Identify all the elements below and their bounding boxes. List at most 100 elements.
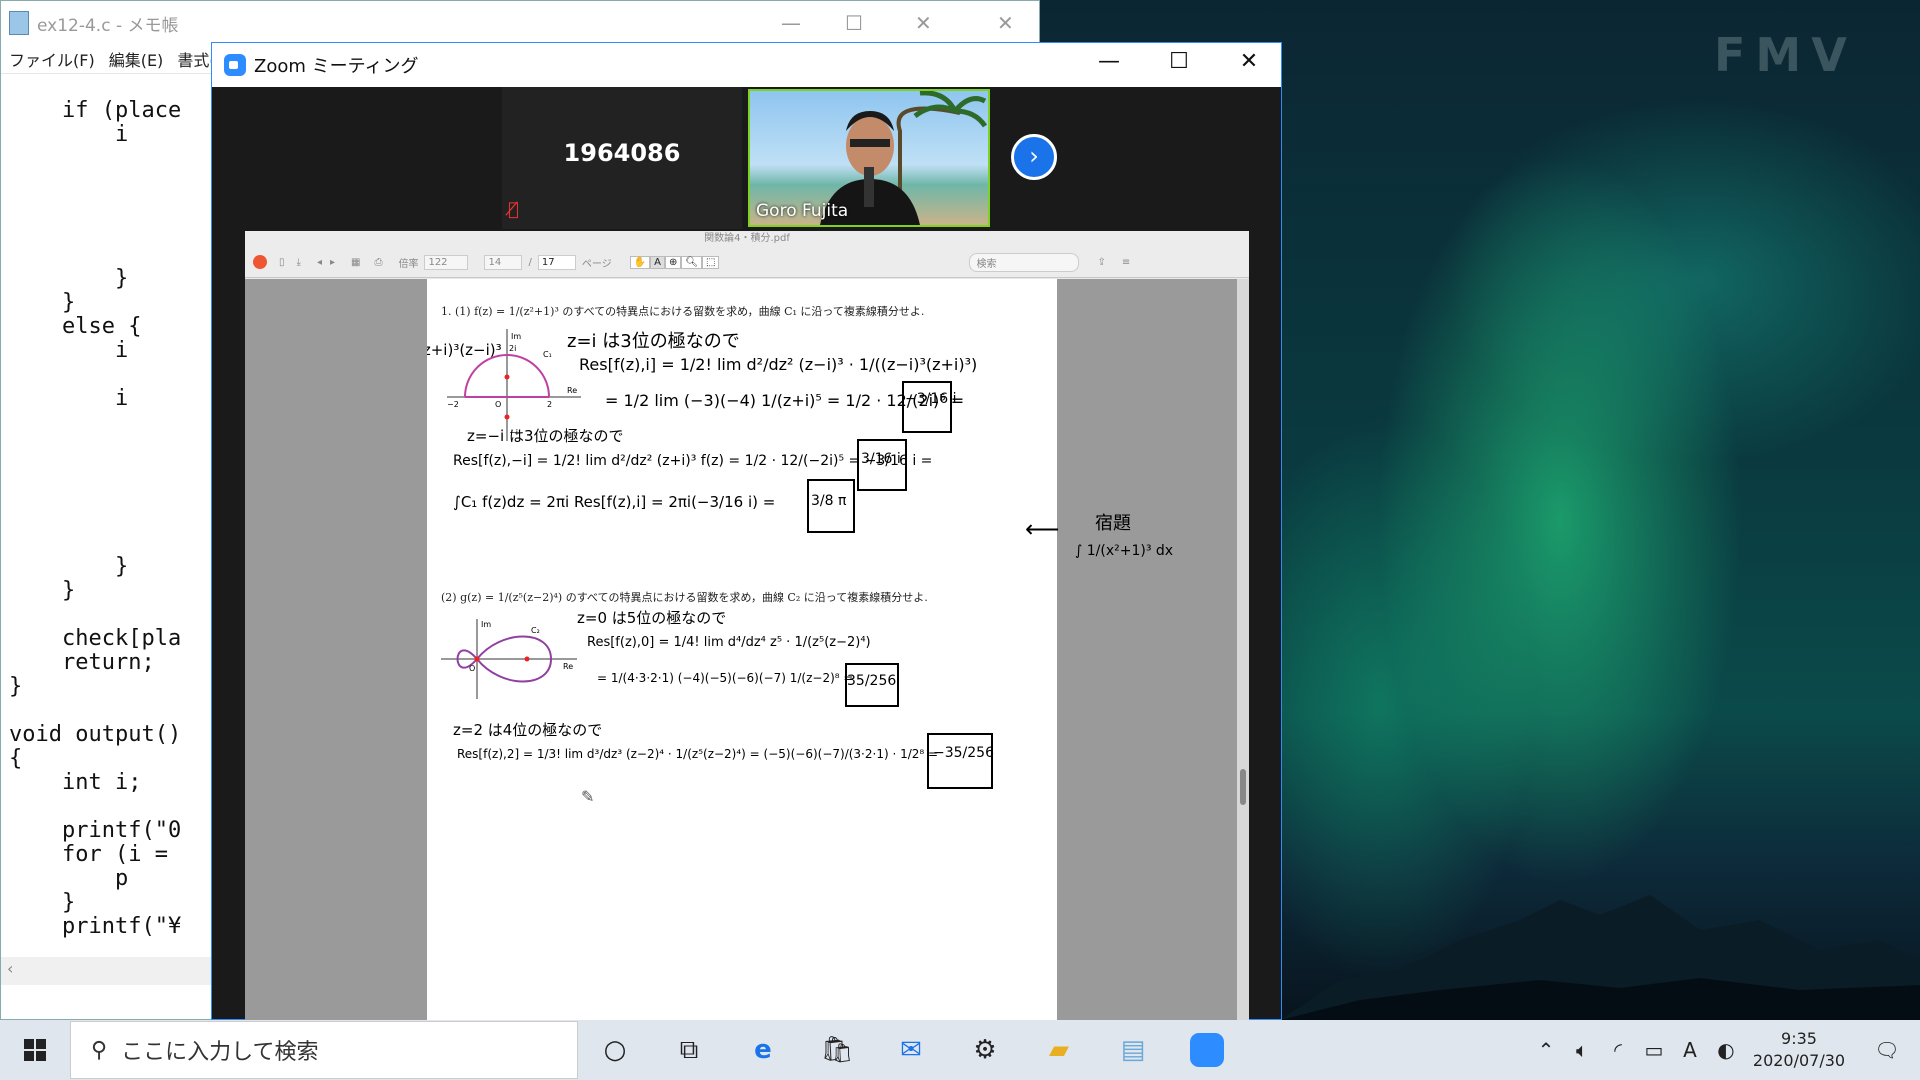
- participant-strip: [212, 87, 1281, 227]
- pdf-viewer[interactable]: 1. (1) f(z) = 1/(z²+1)³ のすべての特異点における留数を求…: [245, 279, 1249, 1021]
- notepad-close-button[interactable]: ✕: [915, 11, 932, 35]
- code-line: if (place: [9, 98, 182, 123]
- next-page-icon[interactable]: ▸: [330, 257, 335, 268]
- notepad-text-area[interactable]: if (place i } } else { i i } } check[pla…: [1, 75, 211, 965]
- notepad-doc-icon: [9, 11, 29, 35]
- notepad-titlebar[interactable]: ex12-4.c - メモ帳: [1, 1, 1039, 45]
- volume-icon[interactable]: 🔈︎: [1564, 1038, 1600, 1062]
- hw1-line-5: ∫C₁ f(z)dz = 2πi Res[f(z),i] = 2πi(−3/16…: [453, 493, 776, 511]
- code-line: i: [9, 338, 129, 363]
- prev-page-icon[interactable]: ◂: [317, 257, 322, 268]
- pdf-search-input[interactable]: 検索: [969, 252, 1080, 272]
- scroll-left-icon[interactable]: ‹: [7, 959, 13, 978]
- zoom-window[interactable]: Zoom ミーティング — ☐ ✕ 1964086 🎙̸ Goro Fujita…: [211, 42, 1282, 1021]
- system-tray: ⌃ 🔈︎ ◜ ▭ A ◐ 9:35 2020/07/30 🗨︎: [1528, 1020, 1920, 1080]
- edge-icon[interactable]: e: [726, 1020, 800, 1080]
- pdf-close-dot-icon[interactable]: [253, 255, 267, 269]
- svg-text:2: 2: [547, 400, 552, 409]
- download-icon[interactable]: ⤓: [297, 257, 301, 268]
- taskbar-search-box[interactable]: ⚲ ここに入力して検索: [70, 1021, 578, 1079]
- zoom-value-field[interactable]: 122: [424, 254, 469, 270]
- code-line: int i;: [9, 770, 142, 795]
- next-page-arrow-button[interactable]: ›: [1011, 134, 1057, 180]
- text-select-tool-icon[interactable]: A: [650, 255, 665, 269]
- code-line: check[pla: [9, 626, 182, 651]
- chevron-up-icon[interactable]: ⌃: [1528, 1038, 1564, 1062]
- scroll-thumb[interactable]: [1240, 769, 1246, 805]
- notification-icon[interactable]: 🗨︎: [1854, 1038, 1920, 1062]
- zoom-title: Zoom ミーティング: [254, 56, 419, 77]
- notepad-icon[interactable]: ▤: [1096, 1020, 1170, 1080]
- code-line: }: [9, 554, 129, 579]
- arrow-left-icon: ⟵: [1025, 515, 1060, 543]
- notepad-minimize-button[interactable]: —: [781, 11, 801, 35]
- hw2-answer-1: −35/256: [933, 745, 994, 761]
- pdf-vertical-scrollbar[interactable]: [1237, 279, 1249, 1021]
- hw1-answer-0: −3/16 i: [905, 391, 957, 407]
- ime-indicator[interactable]: A: [1672, 1038, 1708, 1062]
- code-line: void output(): [9, 722, 182, 747]
- store-icon[interactable]: 🛍︎: [800, 1020, 874, 1080]
- svg-text:Re: Re: [563, 662, 573, 671]
- file-explorer-icon[interactable]: ▰: [1022, 1020, 1096, 1080]
- code-line: printf("¥: [9, 914, 182, 939]
- menu-file[interactable]: ファイル(F): [9, 47, 95, 71]
- code-line: for (i =: [9, 842, 168, 867]
- code-line: else {: [9, 314, 142, 339]
- menu-edit[interactable]: 編集(E): [109, 47, 164, 71]
- battery-icon[interactable]: ▭: [1636, 1038, 1672, 1062]
- notepad-maximize-button[interactable]: ☐: [845, 11, 863, 35]
- notepad-horizontal-scrollbar[interactable]: ‹: [1, 957, 211, 985]
- hw2-answer-0: 35/256: [847, 673, 897, 689]
- zoom-maximize-button[interactable]: ☐: [1156, 49, 1202, 74]
- taskbar: ⚲ ここに入力して検索 ○ ⧉ e 🛍︎ ✉ ⚙ ▰ ▤ ⌃ 🔈︎ ◜ ▭ A …: [0, 1020, 1920, 1080]
- thumbnail-icon[interactable]: ▦: [351, 257, 360, 268]
- search-icon: ⚲: [91, 1037, 108, 1063]
- pdf-toolbar: ▯ ⤓ ◂ ▸ ▦ ⎙ 倍率 122 14 / 17 ページ ✋ A ⊕ 🔍︎ …: [245, 247, 1249, 278]
- print-icon[interactable]: ⎙: [374, 257, 382, 268]
- hw1-answer-2: 3/8 π: [811, 493, 847, 509]
- settings-icon[interactable]: ⚙: [948, 1020, 1022, 1080]
- svg-text:C₂: C₂: [531, 626, 540, 635]
- page-current-field[interactable]: 14: [484, 254, 523, 270]
- hw2-line-0: z=0 は5位の極なので: [577, 609, 727, 627]
- zoom-label: 倍率: [398, 258, 419, 270]
- start-button[interactable]: [0, 1020, 70, 1080]
- task-view-icon[interactable]: ⧉: [652, 1020, 726, 1080]
- svg-text:−2: −2: [447, 400, 459, 409]
- windows-start-icon: [24, 1039, 46, 1061]
- zoom-tool-icon[interactable]: ⊕: [664, 255, 682, 269]
- share-icon[interactable]: ⇪: [1097, 257, 1105, 268]
- zoom-icon[interactable]: [1170, 1020, 1244, 1080]
- marquee-tool-icon[interactable]: ⬚: [702, 255, 720, 269]
- contour-graph-c2: Im Re C₂ O: [441, 619, 577, 699]
- clock-time: 9:35: [1781, 1029, 1817, 1048]
- clock-date: 2020/07/30: [1752, 1051, 1846, 1070]
- meeting-id: 1964086: [563, 139, 681, 167]
- notepad-close-button-2[interactable]: ✕: [997, 11, 1014, 35]
- mail-icon[interactable]: ✉: [874, 1020, 948, 1080]
- sidebar-toggle-icon[interactable]: ▯: [279, 257, 285, 268]
- hw2-line-2: = 1/(4·3·2·1) (−4)(−5)(−6)(−7) 1/(z−2)⁸ …: [597, 671, 854, 685]
- participant-video-tile[interactable]: Goro Fujita: [748, 89, 990, 227]
- cortana-icon[interactable]: ○: [578, 1020, 652, 1080]
- clock[interactable]: 9:35 2020/07/30: [1744, 1028, 1854, 1072]
- notepad-title: ex12-4.c - メモ帳: [37, 15, 179, 36]
- wifi-icon[interactable]: ◜: [1600, 1038, 1636, 1062]
- code-line: }: [9, 890, 76, 915]
- zoom-minimize-button[interactable]: —: [1086, 49, 1132, 74]
- taskbar-search-placeholder: ここに入力して検索: [121, 1040, 319, 1065]
- hand-tool-icon[interactable]: ✋: [629, 255, 651, 269]
- hw1-answer-1: 3/16 i: [861, 451, 901, 467]
- night-mode-icon[interactable]: ◐: [1708, 1038, 1744, 1062]
- mic-muted-icon: 🎙̸: [508, 199, 519, 220]
- code-line: }: [9, 578, 76, 603]
- magnifier-icon[interactable]: 🔍︎: [681, 255, 703, 269]
- problem-2-text: (2) g(z) = 1/(z⁵(z−2)⁴) のすべての特異点における留数を求…: [441, 591, 928, 604]
- list-view-icon[interactable]: ≡: [1122, 257, 1130, 268]
- svg-text:Im: Im: [481, 620, 491, 629]
- code-line: }: [9, 674, 23, 699]
- zoom-close-button[interactable]: ✕: [1226, 49, 1272, 74]
- code-line: {: [9, 746, 23, 771]
- participant-tile-meeting-id[interactable]: 1964086: [502, 87, 742, 229]
